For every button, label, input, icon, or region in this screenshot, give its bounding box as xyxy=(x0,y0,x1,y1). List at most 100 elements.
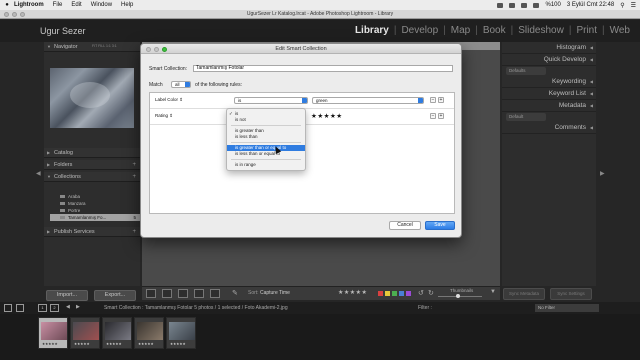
sync-settings-button[interactable]: Sync Settings xyxy=(550,288,592,300)
navigator-zoom-options[interactable]: FIT FILL 1:1 3:1 xyxy=(92,44,117,48)
second-window-button[interactable]: 2 xyxy=(50,304,59,312)
thumbnail-size-slider-knob[interactable] xyxy=(456,294,460,298)
remove-rule-button[interactable]: − xyxy=(430,113,436,119)
add-collection-icon[interactable]: + xyxy=(132,172,136,182)
thumbnail-size-slider[interactable] xyxy=(438,296,482,297)
collection-item[interactable]: Araba xyxy=(50,193,140,200)
collection-name-field[interactable]: Tamamlanmış Fotolar xyxy=(193,65,453,72)
module-library[interactable]: Library xyxy=(351,25,393,36)
red-label-swatch[interactable] xyxy=(378,291,383,296)
match-select[interactable]: all xyxy=(171,81,191,88)
collection-item-selected[interactable]: Tamamlanmış Fo... 5 xyxy=(50,214,140,221)
module-slideshow[interactable]: Slideshow xyxy=(514,25,568,36)
cancel-button[interactable]: Cancel xyxy=(389,221,421,230)
clock[interactable]: 3 Eylül Cmt 22:48 xyxy=(567,2,614,8)
status-icon[interactable] xyxy=(509,2,516,8)
collection-item[interactable]: Portre xyxy=(50,207,140,214)
folders-header[interactable]: ▶ Folders + xyxy=(44,160,140,170)
status-icon[interactable] xyxy=(497,2,504,8)
add-folder-icon[interactable]: + xyxy=(132,160,136,170)
remove-rule-button[interactable]: − xyxy=(430,97,436,103)
main-window-button[interactable]: 1 xyxy=(38,304,47,312)
publish-services-header[interactable]: ▶ Publish Services + xyxy=(44,227,140,237)
loupe-view-icon[interactable] xyxy=(162,289,172,298)
menu-window[interactable]: Window xyxy=(91,2,112,8)
add-rule-button[interactable]: + xyxy=(438,113,444,119)
import-button[interactable]: Import... xyxy=(46,290,88,301)
survey-view-icon[interactable] xyxy=(194,289,204,298)
keyword-list-header[interactable]: Keyword List ◀ xyxy=(502,88,596,100)
rule-field-select[interactable]: Rating ⇕ xyxy=(152,113,188,120)
apple-menu-icon[interactable]: ● xyxy=(0,2,14,8)
module-book[interactable]: Book xyxy=(479,25,510,36)
close-window-button[interactable] xyxy=(4,12,9,17)
toolbar-options-icon[interactable]: ▼ xyxy=(490,289,496,295)
secondary-window-icon[interactable] xyxy=(4,304,12,312)
rating-filter-stars[interactable]: ★★★★★ xyxy=(338,289,367,296)
module-web[interactable]: Web xyxy=(606,25,634,36)
collections-header[interactable]: ▼ Collections + xyxy=(44,172,140,182)
filmstrip-thumb[interactable]: ★★★★★ xyxy=(102,317,132,349)
module-map[interactable]: Map xyxy=(447,25,474,36)
comments-header[interactable]: Comments ◀ xyxy=(502,122,596,134)
save-button[interactable]: Save xyxy=(425,221,455,230)
menu-app-name[interactable]: Lightroom xyxy=(14,2,44,8)
filmstrip-thumb[interactable]: ★★★★★ xyxy=(70,317,100,349)
compare-view-icon[interactable] xyxy=(178,289,188,298)
zoom-window-button[interactable] xyxy=(20,12,25,17)
volume-icon[interactable] xyxy=(533,2,540,8)
right-panel-toggle-icon[interactable]: ▶ xyxy=(600,170,605,177)
menu-option-less-or-equal[interactable]: is less than or equal to xyxy=(227,151,305,157)
yellow-label-swatch[interactable] xyxy=(385,291,390,296)
menu-option-in-range[interactable]: is in range xyxy=(227,162,305,168)
dialog-zoom-button[interactable] xyxy=(162,46,167,52)
filmstrip-thumb[interactable]: ★★★★★ xyxy=(166,317,196,349)
filmstrip-thumb-selected[interactable]: ★★★★★ xyxy=(38,317,68,349)
sort-control[interactable]: Sort: Capture Time xyxy=(248,290,290,296)
rule-rating-stars[interactable]: ★★★★★ xyxy=(311,112,343,120)
left-panel-toggle-icon[interactable]: ◀ xyxy=(36,170,41,177)
menu-file[interactable]: File xyxy=(53,2,63,8)
module-develop[interactable]: Develop xyxy=(397,25,442,36)
histogram-header[interactable]: Histogram ◀ xyxy=(502,42,596,54)
rule-operator-select[interactable]: is xyxy=(234,97,308,104)
catalog-header[interactable]: ▶ Catalog xyxy=(44,148,140,158)
notification-icon[interactable]: ☰ xyxy=(631,2,636,9)
menu-option-is-not[interactable]: is not xyxy=(227,117,305,123)
metadata-header[interactable]: Metadata ◀ xyxy=(502,100,596,112)
quick-develop-header[interactable]: Quick Develop ◀ xyxy=(502,54,596,66)
collection-item[interactable]: Manzara xyxy=(50,200,140,207)
filmstrip-thumb[interactable]: ★★★★★ xyxy=(134,317,164,349)
export-button[interactable]: Export... xyxy=(94,290,136,301)
filmstrip-filter-select[interactable]: No Filter xyxy=(535,304,599,312)
rotate-icon[interactable]: ↻ xyxy=(428,289,434,297)
rule-value-select[interactable]: green xyxy=(312,97,424,104)
blue-label-swatch[interactable] xyxy=(399,291,404,296)
menu-edit[interactable]: Edit xyxy=(71,2,81,8)
filmstrip-breadcrumb[interactable]: Smart Collection : Tamamlanmış Fotolar 5… xyxy=(104,305,288,311)
purple-label-swatch[interactable] xyxy=(406,291,411,296)
painter-icon[interactable]: ✎ xyxy=(232,289,238,297)
dialog-minimize-button[interactable] xyxy=(154,46,159,52)
grid-view-icon[interactable] xyxy=(146,289,156,298)
forward-icon[interactable]: ▶ xyxy=(76,304,80,310)
green-label-swatch[interactable] xyxy=(392,291,397,296)
add-publish-service-icon[interactable]: + xyxy=(132,227,136,237)
back-icon[interactable]: ◀ xyxy=(66,304,70,310)
grid-icon[interactable] xyxy=(16,304,24,312)
quick-develop-preset-select[interactable]: Defaults xyxy=(506,67,546,75)
rotate-icon[interactable]: ↺ xyxy=(418,289,424,297)
keywording-header[interactable]: Keywording ◀ xyxy=(502,76,596,88)
rule-field-select[interactable]: Label Color ⇕ xyxy=(152,97,188,104)
add-rule-button[interactable]: + xyxy=(438,97,444,103)
sync-metadata-button[interactable]: Sync Metadata xyxy=(503,288,545,300)
minimize-window-button[interactable] xyxy=(12,12,17,17)
menu-option-less-than[interactable]: is less than xyxy=(227,134,305,140)
people-view-icon[interactable] xyxy=(210,289,220,298)
module-print[interactable]: Print xyxy=(572,25,601,36)
navigator-preview-image[interactable] xyxy=(50,68,134,128)
dialog-close-button[interactable] xyxy=(146,46,151,52)
search-icon[interactable]: ⚲ xyxy=(620,2,624,9)
metadata-preset-select[interactable]: Default xyxy=(506,113,546,121)
menu-help[interactable]: Help xyxy=(121,2,133,8)
